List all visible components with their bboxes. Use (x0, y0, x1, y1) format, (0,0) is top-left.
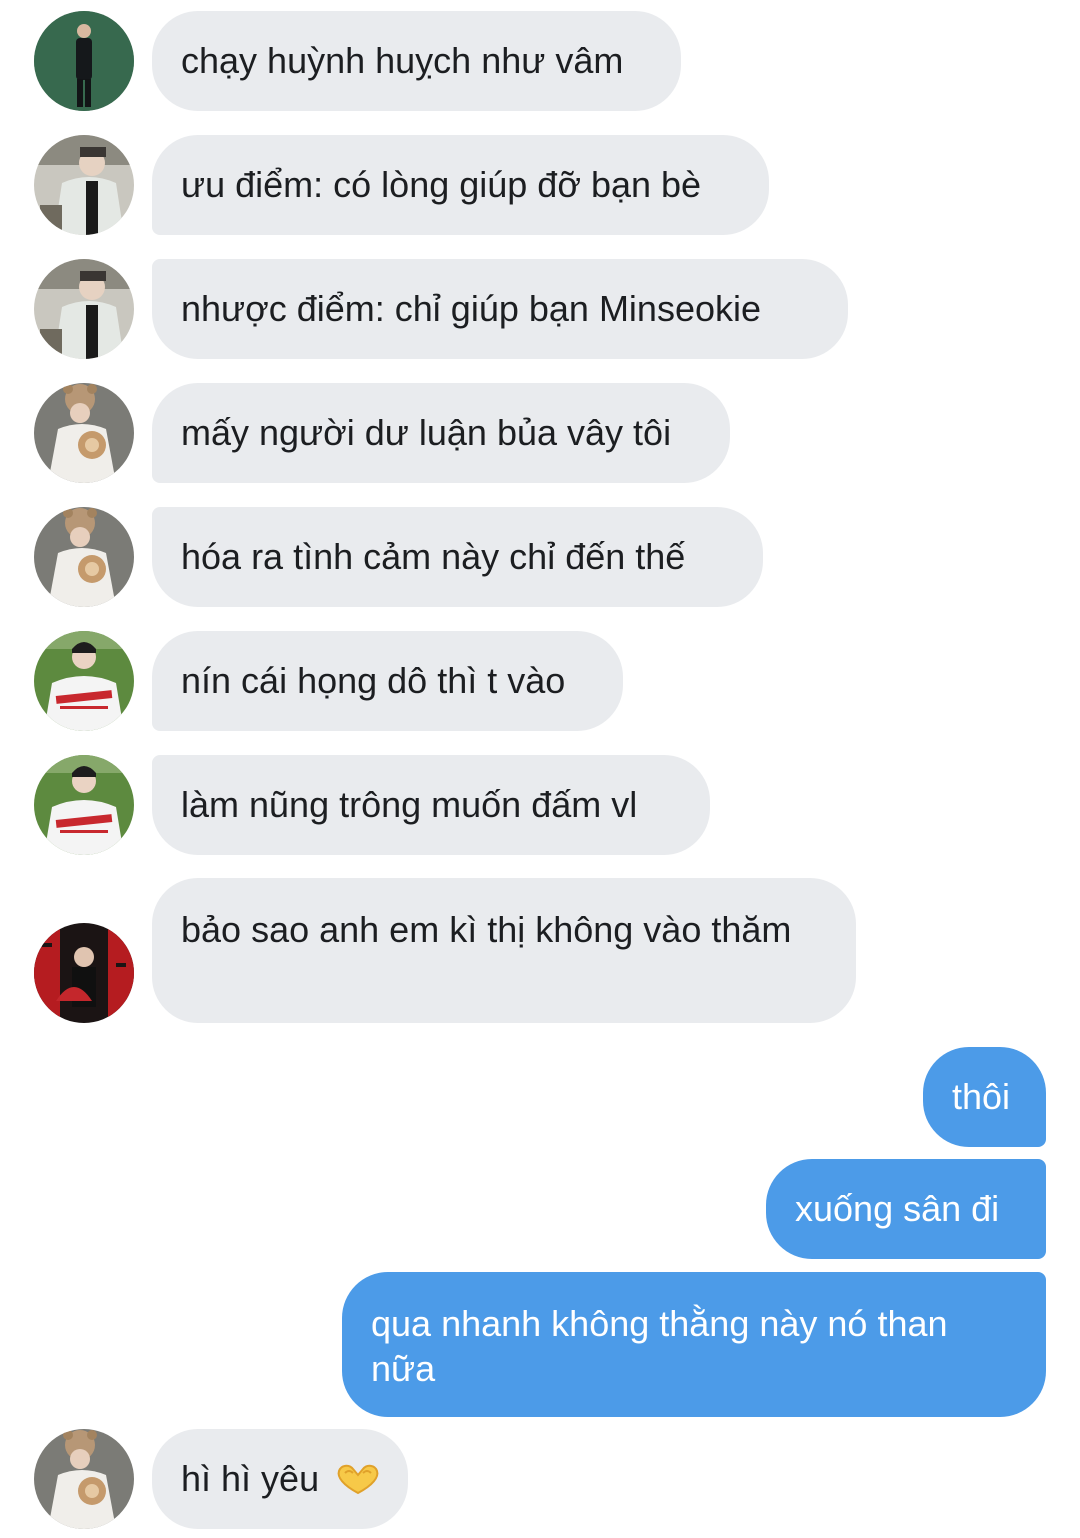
message-text: nhược điểm: chỉ giúp bạn Minseokie (181, 288, 762, 329)
message-bubble-incoming[interactable]: ưu điểm: có lòng giúp đỡ bạn bè (152, 135, 769, 235)
message-text: mấy người dư luận bủa vây tôi (181, 412, 672, 453)
avatar-user-bear-hat-2[interactable] (34, 507, 134, 607)
avatar-user-fluffy-jacket[interactable] (34, 135, 134, 235)
message-text: bảo sao anh em kì thị không vào thăm (181, 909, 792, 950)
message-bubble-incoming[interactable]: mấy người dư luận bủa vây tôi (152, 383, 730, 483)
avatar-user-red-fan[interactable] (34, 923, 134, 1023)
avatar-bear-hat-image (34, 507, 134, 607)
avatar-bear-hat-image (34, 383, 134, 483)
avatar-user-suit[interactable] (34, 11, 134, 111)
avatar-user-jersey-2[interactable] (34, 755, 134, 855)
message-text: làm nũng trông muốn đấm vl (181, 784, 638, 825)
message-text: nín cái họng dô thì t vào (181, 660, 566, 701)
message-text: ưu điểm: có lòng giúp đỡ bạn bè (181, 164, 702, 205)
message-text: hóa ra tình cảm này chỉ đến thế (181, 536, 686, 577)
message-text: xuống sân đi (795, 1188, 1000, 1229)
heart-hands-icon (335, 1462, 381, 1507)
message-text: qua nhanh không thằng này nó than nữa (371, 1303, 948, 1389)
message-bubble-incoming[interactable]: bảo sao anh em kì thị không vào thăm (152, 878, 856, 1023)
avatar-fluffy-jacket-image (34, 259, 134, 359)
avatar-user-fluffy-jacket-2[interactable] (34, 259, 134, 359)
avatar-bear-hat-image (34, 1429, 134, 1529)
message-text: hì hì yêu (181, 1458, 320, 1499)
message-text: thôi (952, 1076, 1011, 1117)
message-bubble-incoming[interactable]: chạy huỳnh huỵch như vâm (152, 11, 681, 111)
avatar-user-bear-hat-3[interactable] (34, 1429, 134, 1529)
avatar-suit-image (34, 11, 134, 111)
avatar-user-bear-hat[interactable] (34, 383, 134, 483)
message-bubble-incoming[interactable]: nhược điểm: chỉ giúp bạn Minseokie (152, 259, 848, 359)
message-bubble-outgoing[interactable]: thôi (923, 1047, 1046, 1147)
message-bubble-outgoing[interactable]: xuống sân đi (766, 1159, 1046, 1259)
avatar-user-jersey[interactable] (34, 631, 134, 731)
message-bubble-incoming[interactable]: nín cái họng dô thì t vào (152, 631, 623, 731)
message-bubble-incoming[interactable]: hóa ra tình cảm này chỉ đến thế (152, 507, 763, 607)
message-text: chạy huỳnh huỵch như vâm (181, 40, 624, 81)
message-bubble-incoming[interactable]: hì hì yêu (152, 1429, 408, 1529)
avatar-jersey-image (34, 755, 134, 855)
avatar-jersey-image (34, 631, 134, 731)
avatar-red-fan-image (34, 923, 134, 1023)
avatar-fluffy-jacket-image (34, 135, 134, 235)
message-bubble-outgoing[interactable]: qua nhanh không thằng này nó than nữa (342, 1272, 1046, 1417)
message-bubble-incoming[interactable]: làm nũng trông muốn đấm vl (152, 755, 710, 855)
